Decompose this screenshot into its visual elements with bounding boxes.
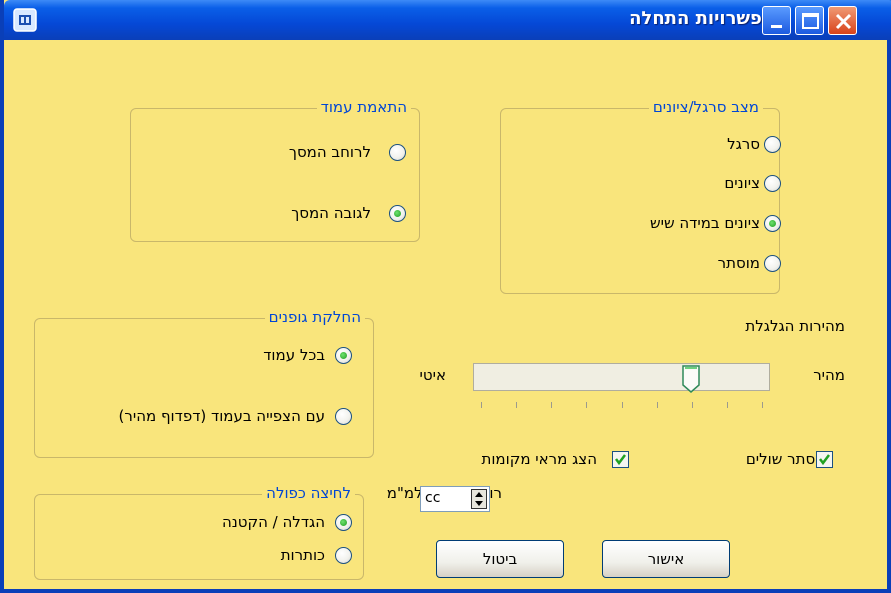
scroll-speed-label: מהירות הגלגלת bbox=[745, 317, 845, 335]
slider-tick bbox=[516, 402, 518, 408]
radio-every-page-label: בכל עמוד bbox=[263, 346, 325, 364]
radio-fit-height-button[interactable] bbox=[389, 205, 406, 222]
scroll-speed-slider[interactable] bbox=[473, 363, 770, 391]
slider-thumb[interactable] bbox=[682, 365, 700, 393]
radio-marks-button[interactable] bbox=[764, 175, 781, 192]
radio-every-page-button[interactable] bbox=[335, 347, 352, 364]
slider-tick bbox=[551, 402, 553, 408]
show-sources-label: הצג מראי מקומות bbox=[481, 450, 597, 468]
radio-fit-height-label: לגובה המסך bbox=[291, 204, 371, 222]
radio-marks-if-any[interactable]: ציונים במידה שיש bbox=[650, 212, 760, 234]
radio-titles-button[interactable] bbox=[335, 547, 352, 564]
radio-on-view-button[interactable] bbox=[335, 408, 352, 425]
slider-tick bbox=[691, 402, 693, 408]
radio-hidden[interactable]: מוסתר bbox=[718, 252, 760, 274]
slider-tick bbox=[656, 402, 658, 408]
slider-tick bbox=[481, 402, 482, 408]
radio-ruler-label: סרגל bbox=[727, 135, 760, 153]
radio-marks-label: ציונים bbox=[724, 174, 760, 192]
radio-ruler[interactable]: סרגל bbox=[727, 133, 760, 155]
radio-marks-if-any-label: ציונים במידה שיש bbox=[649, 214, 760, 232]
checkmark-icon bbox=[615, 454, 626, 466]
display-width-spinner[interactable]: cc bbox=[420, 486, 490, 512]
radio-fit-width-button[interactable] bbox=[389, 144, 406, 161]
font-smoothing-legend: החלקת גופנים bbox=[264, 308, 365, 326]
radio-marks-if-any-button[interactable] bbox=[764, 215, 781, 232]
checkmark-icon bbox=[819, 454, 830, 466]
radio-hidden-label: מוסתר bbox=[717, 254, 760, 272]
radio-marks[interactable]: ציונים bbox=[724, 172, 760, 194]
ruler-mode-legend: מצב סרגל/ציונים bbox=[648, 98, 763, 116]
app-icon bbox=[13, 8, 37, 32]
slider-tick bbox=[726, 402, 728, 408]
scroll-slow-label: איטי bbox=[419, 366, 446, 384]
radio-zoom[interactable]: הגדלה / הקטנה bbox=[222, 511, 325, 533]
cancel-button[interactable]: ביטול bbox=[436, 540, 564, 578]
slider-tick bbox=[621, 402, 623, 408]
font-smoothing-group: החלקת גופנים bbox=[34, 308, 374, 458]
title-bar[interactable]: אפשרויות התחלה bbox=[4, 0, 891, 40]
radio-on-view-label: עם הצפייה בעמוד (דפדוף מהיר) bbox=[118, 407, 325, 425]
window-title: אפשרויות התחלה bbox=[629, 8, 775, 29]
radio-every-page[interactable]: בכל עמוד bbox=[263, 344, 325, 366]
radio-fit-width-label: לרוחב המסך bbox=[288, 143, 371, 161]
hide-margins-checkbox[interactable] bbox=[816, 451, 833, 468]
radio-on-view[interactable]: עם הצפייה בעמוד (דפדוף מהיר) bbox=[119, 405, 325, 427]
display-width-value[interactable]: cc bbox=[425, 490, 440, 506]
radio-titles[interactable]: כותרות bbox=[281, 544, 325, 566]
show-sources-checkbox[interactable] bbox=[612, 451, 629, 468]
radio-fit-width[interactable]: לרוחב המסך bbox=[289, 141, 371, 163]
page-fit-group: התאמת עמוד bbox=[130, 98, 420, 242]
slider-tick bbox=[762, 402, 763, 408]
radio-hidden-button[interactable] bbox=[764, 255, 781, 272]
maximize-button[interactable] bbox=[795, 6, 824, 35]
minimize-icon bbox=[771, 25, 782, 28]
radio-ruler-button[interactable] bbox=[764, 136, 781, 153]
minimize-button[interactable] bbox=[762, 6, 791, 35]
ok-button[interactable]: אישור bbox=[602, 540, 730, 578]
close-icon bbox=[835, 13, 852, 30]
double-click-group: לחיצה כפולה bbox=[34, 484, 364, 580]
radio-fit-height[interactable]: לגובה המסך bbox=[291, 202, 371, 224]
spinner-buttons[interactable] bbox=[471, 489, 487, 509]
double-click-legend: לחיצה כפולה bbox=[262, 484, 355, 502]
scroll-fast-label: מהיר bbox=[813, 366, 845, 384]
options-dialog: אפשרויות התחלה מצב סרגל/ציונים סרגל ציונ… bbox=[0, 0, 891, 593]
slider-tick bbox=[586, 402, 588, 408]
page-fit-legend: התאמת עמוד bbox=[316, 98, 411, 116]
radio-zoom-label: הגדלה / הקטנה bbox=[221, 513, 325, 531]
radio-titles-label: כותרות bbox=[280, 546, 325, 564]
hide-margins-label: הסתר שולים bbox=[745, 450, 825, 468]
maximize-icon bbox=[802, 13, 819, 29]
spin-arrows-icon bbox=[475, 492, 483, 506]
close-button[interactable] bbox=[828, 6, 857, 35]
radio-zoom-button[interactable] bbox=[335, 514, 352, 531]
